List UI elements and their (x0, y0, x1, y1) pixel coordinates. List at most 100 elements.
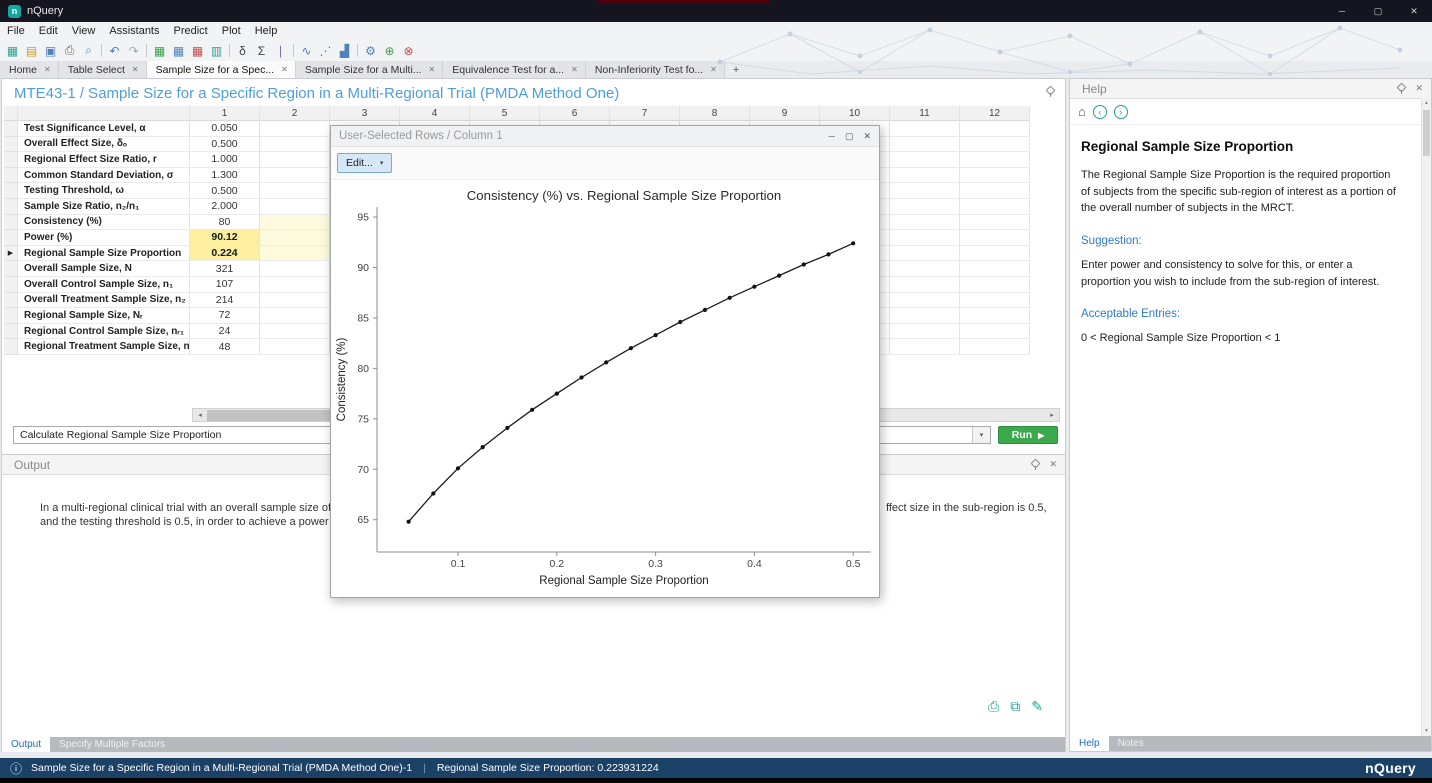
menu-file[interactable]: File (0, 25, 32, 37)
grid-cell[interactable] (890, 277, 960, 293)
new-table-icon[interactable]: ▦ (4, 42, 21, 59)
grid-cell[interactable] (890, 199, 960, 215)
parameter-name[interactable]: Overall Sample Size, N (18, 261, 190, 277)
settings-gear-icon[interactable]: ⚙ (362, 42, 379, 59)
grid-cell[interactable] (890, 168, 960, 184)
tab-sample-size-for-a-multi[interactable]: Sample Size for a Multi...✕ (296, 61, 443, 78)
tab-home[interactable]: Home✕ (0, 61, 59, 78)
grid-cell[interactable] (960, 308, 1030, 324)
parameter-value[interactable]: 1.000 (190, 152, 260, 168)
close-icon[interactable]: ✕ (710, 65, 717, 74)
grid-cell[interactable] (960, 277, 1030, 293)
sigma-icon[interactable]: Σ (253, 42, 270, 59)
parameter-name[interactable]: Overall Treatment Sample Size, n₂ (18, 293, 190, 309)
pin-icon[interactable] (1397, 84, 1406, 94)
grid-cell[interactable] (890, 215, 960, 231)
delta-icon[interactable]: δ (234, 42, 251, 59)
stop-circle-icon[interactable]: ⊗ (400, 42, 417, 59)
row-selector[interactable] (4, 152, 18, 168)
grid-cell[interactable] (960, 230, 1030, 246)
row-selector[interactable] (4, 121, 18, 137)
maximize-button[interactable]: ▢ (1360, 0, 1396, 22)
grid-cell[interactable] (960, 199, 1030, 215)
grid-cell[interactable] (260, 137, 330, 153)
grid-cell[interactable] (260, 246, 330, 262)
menu-assistants[interactable]: Assistants (102, 25, 166, 37)
parameter-value[interactable]: 214 (190, 293, 260, 309)
row-selector[interactable] (4, 339, 18, 355)
grid-cell[interactable] (260, 121, 330, 137)
transpose-table-icon[interactable]: ▥ (208, 42, 225, 59)
grid-cell[interactable] (260, 261, 330, 277)
close-button[interactable]: ✕ (1396, 0, 1432, 22)
grid-cell[interactable] (960, 261, 1030, 277)
parameter-value[interactable]: 0.050 (190, 121, 260, 137)
scatter-plot-icon[interactable]: ⋰ (317, 42, 334, 59)
grid-cell[interactable] (260, 339, 330, 355)
parameter-name[interactable]: Regional Treatment Sample Size, nᵣ₂ (18, 339, 190, 355)
close-icon[interactable]: ✕ (281, 65, 288, 74)
row-selector[interactable] (4, 183, 18, 199)
close-icon[interactable]: ✕ (132, 65, 139, 74)
grid-cell[interactable] (260, 293, 330, 309)
grid-cell[interactable] (960, 137, 1030, 153)
print-icon[interactable]: ⎙ (61, 42, 78, 59)
grid-cell[interactable] (260, 168, 330, 184)
save-icon[interactable]: ▣ (42, 42, 59, 59)
menu-view[interactable]: View (65, 25, 103, 37)
parameter-value[interactable]: 107 (190, 277, 260, 293)
column-header-9[interactable]: 9 (750, 106, 820, 121)
grid-cell[interactable] (260, 199, 330, 215)
close-icon[interactable]: ✕ (571, 65, 578, 74)
row-selector[interactable] (4, 215, 18, 231)
parameter-value[interactable]: 72 (190, 308, 260, 324)
grid-cell[interactable] (960, 215, 1030, 231)
close-icon[interactable]: ✕ (1415, 83, 1423, 94)
parameter-name[interactable]: Sample Size Ratio, n₂/n₁ (18, 199, 190, 215)
menu-edit[interactable]: Edit (32, 25, 65, 37)
redo-icon[interactable]: ↷ (125, 42, 142, 59)
row-selector[interactable] (4, 199, 18, 215)
tab-non-inferiority-test-fo[interactable]: Non-Inferiority Test fo...✕ (586, 61, 725, 78)
print-output-icon[interactable]: ⎙ (988, 698, 999, 715)
bars-icon[interactable]: ∣ (272, 42, 289, 59)
plot-minimize-button[interactable]: ─ (829, 131, 835, 142)
grid-cell[interactable] (260, 277, 330, 293)
plot-window[interactable]: User-Selected Rows / Column 1 ─▢✕ Edit..… (330, 125, 880, 598)
run-button[interactable]: Run ▶ (998, 426, 1058, 444)
grid-cell[interactable] (890, 230, 960, 246)
tab-table-select[interactable]: Table Select✕ (59, 61, 147, 78)
grid-cell[interactable] (260, 324, 330, 340)
scroll-left-icon[interactable]: ◂ (193, 409, 207, 421)
column-header-3[interactable]: 3 (330, 106, 400, 121)
grid-cell[interactable] (260, 152, 330, 168)
row-selector[interactable] (4, 230, 18, 246)
parameter-name[interactable]: Regional Effect Size Ratio, r (18, 152, 190, 168)
parameter-name[interactable]: Regional Control Sample Size, nᵣ₁ (18, 324, 190, 340)
home-icon[interactable]: ⌂ (1078, 104, 1086, 119)
row-selector[interactable] (4, 168, 18, 184)
undo-icon[interactable]: ↶ (106, 42, 123, 59)
pin-icon[interactable] (1031, 460, 1040, 470)
parameter-name[interactable]: Consistency (%) (18, 215, 190, 231)
close-icon[interactable]: ✕ (44, 65, 51, 74)
grid-cell[interactable] (960, 152, 1030, 168)
row-selector[interactable] (4, 137, 18, 153)
footer-tab-output[interactable]: Output (2, 737, 50, 752)
column-header-7[interactable]: 7 (610, 106, 680, 121)
pin-icon[interactable] (1046, 87, 1055, 97)
open-file-icon[interactable]: ▤ (23, 42, 40, 59)
row-selector[interactable] (4, 277, 18, 293)
column-header-11[interactable]: 11 (890, 106, 960, 121)
parameter-value[interactable]: 90.12 (190, 230, 260, 246)
grid-cell[interactable] (260, 183, 330, 199)
column-header-4[interactable]: 4 (400, 106, 470, 121)
grid-cell[interactable] (890, 137, 960, 153)
copy-output-icon[interactable]: ⧉ (1010, 698, 1020, 715)
grid-cell[interactable] (890, 339, 960, 355)
new-tab-button[interactable]: + (725, 61, 747, 78)
edit-plot-button[interactable]: Edit... ▾ (337, 153, 392, 173)
menu-predict[interactable]: Predict (167, 25, 215, 37)
scroll-down-icon[interactable]: ▼ (1422, 726, 1431, 736)
tab-sample-size-for-a-spec[interactable]: Sample Size for a Spec...✕ (147, 61, 296, 78)
